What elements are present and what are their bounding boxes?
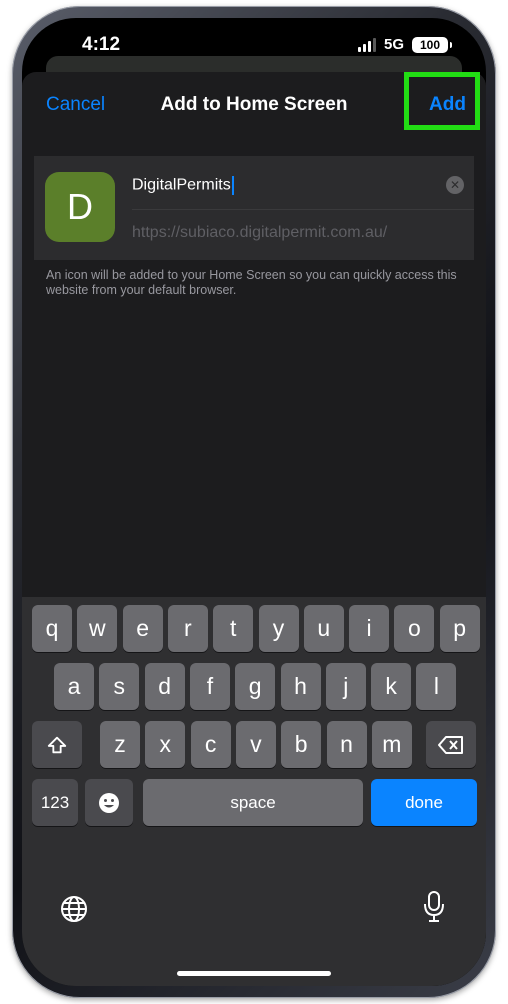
emoji-icon bbox=[99, 792, 119, 813]
url-label: https://subiaco.digitalpermit.com.au/ bbox=[132, 224, 388, 241]
keyboard: qwertyuiop asdfghjkl zxcvbnm 123 space d… bbox=[22, 597, 486, 986]
network-label: 5G bbox=[383, 36, 404, 53]
nav-bar: Cancel Add to Home Screen Add bbox=[22, 72, 486, 142]
key-t[interactable]: t bbox=[213, 605, 254, 652]
home-indicator[interactable] bbox=[177, 971, 331, 976]
key-v[interactable]: v bbox=[235, 721, 276, 768]
backspace-icon bbox=[438, 735, 463, 754]
emoji-key[interactable] bbox=[85, 779, 133, 826]
battery-icon: 100 bbox=[412, 36, 452, 53]
divider bbox=[132, 209, 474, 210]
key-u[interactable]: u bbox=[303, 605, 344, 652]
cancel-button[interactable]: Cancel bbox=[46, 94, 105, 116]
key-e[interactable]: e bbox=[122, 605, 163, 652]
key-h[interactable]: h bbox=[280, 663, 321, 710]
status-icons: 5G 100 bbox=[357, 36, 452, 53]
status-time: 4:12 bbox=[82, 34, 121, 55]
bookmark-card: D DigitalPermits ✕ https://subiaco.digit… bbox=[34, 156, 474, 260]
key-d[interactable]: d bbox=[144, 663, 185, 710]
key-f[interactable]: f bbox=[189, 663, 230, 710]
key-m[interactable]: m bbox=[371, 721, 412, 768]
add-highlight-box: Add bbox=[404, 72, 480, 130]
keyboard-row-3: zxcvbnm bbox=[22, 721, 486, 768]
key-n[interactable]: n bbox=[326, 721, 367, 768]
name-field[interactable]: DigitalPermits bbox=[132, 176, 234, 195]
hint-text: An icon will be added to your Home Scree… bbox=[46, 268, 457, 297]
signal-icon bbox=[357, 37, 376, 52]
key-s[interactable]: s bbox=[99, 663, 140, 710]
key-y[interactable]: y bbox=[258, 605, 299, 652]
keyboard-row-4: 123 space done bbox=[22, 779, 486, 826]
add-button[interactable]: Add bbox=[429, 94, 466, 116]
key-p[interactable]: p bbox=[439, 605, 480, 652]
key-g[interactable]: g bbox=[235, 663, 276, 710]
key-k[interactable]: k bbox=[371, 663, 412, 710]
key-w[interactable]: w bbox=[77, 605, 118, 652]
text-caret bbox=[231, 176, 234, 195]
keyboard-row-2: asdfghjkl bbox=[22, 663, 486, 710]
numbers-key[interactable]: 123 bbox=[32, 779, 78, 826]
space-key[interactable]: space bbox=[143, 779, 363, 826]
key-q[interactable]: q bbox=[32, 605, 72, 652]
shift-icon bbox=[47, 736, 67, 753]
key-i[interactable]: i bbox=[349, 605, 390, 652]
key-r[interactable]: r bbox=[167, 605, 208, 652]
done-key[interactable]: done bbox=[371, 779, 477, 826]
key-l[interactable]: l bbox=[416, 663, 457, 710]
shift-key[interactable] bbox=[32, 721, 82, 768]
microphone-icon[interactable] bbox=[417, 890, 451, 924]
backspace-key[interactable] bbox=[426, 721, 476, 768]
app-icon: D bbox=[45, 172, 115, 242]
screen: 4:12 5G 100 Cancel Add to Home Screen Ad… bbox=[22, 18, 486, 986]
key-o[interactable]: o bbox=[394, 605, 435, 652]
key-z[interactable]: z bbox=[100, 721, 140, 768]
globe-icon[interactable] bbox=[57, 892, 91, 926]
clear-text-icon[interactable]: ✕ bbox=[446, 176, 464, 194]
key-x[interactable]: x bbox=[145, 721, 186, 768]
name-value: DigitalPermits bbox=[132, 176, 231, 194]
key-a[interactable]: a bbox=[54, 663, 94, 710]
key-j[interactable]: j bbox=[325, 663, 366, 710]
key-b[interactable]: b bbox=[281, 721, 322, 768]
key-c[interactable]: c bbox=[190, 721, 231, 768]
keyboard-row-1: qwertyuiop bbox=[22, 605, 486, 652]
